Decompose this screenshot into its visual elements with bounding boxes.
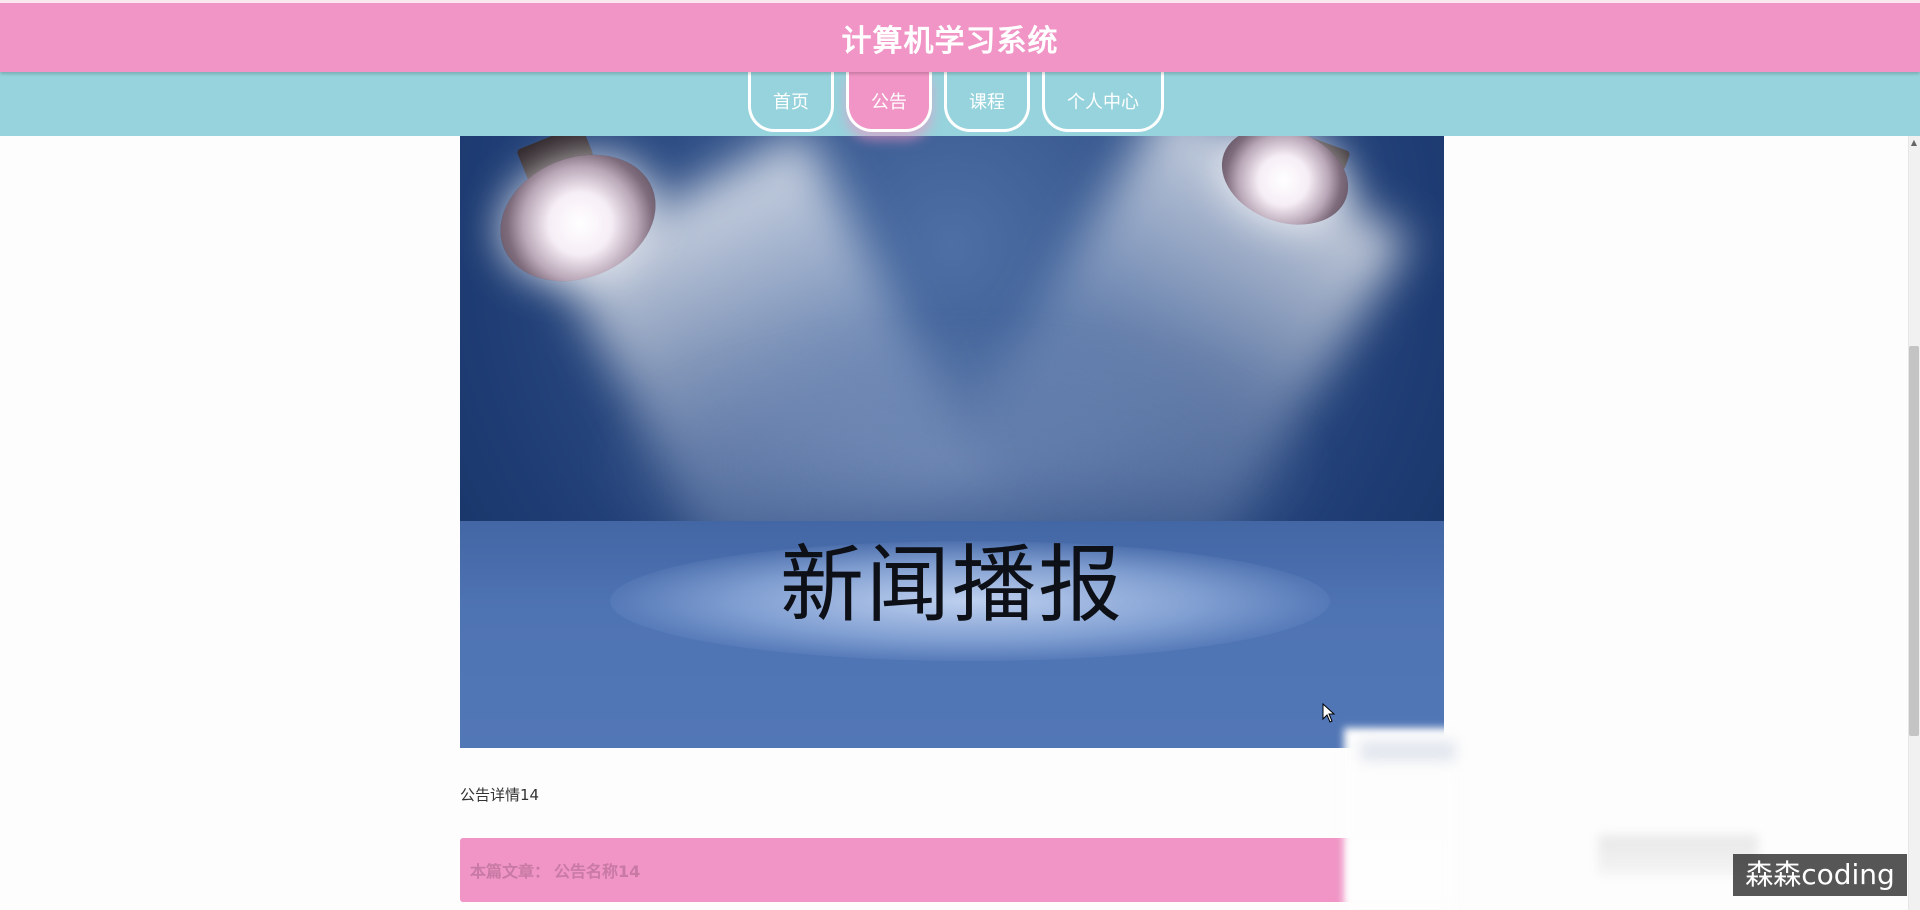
article-info-bar: 本篇文章： 公告名称14 [460,838,1444,902]
nav-bar: 首页 公告 课程 个人中心 [0,72,1920,136]
banner-title: 新闻播报 [779,536,1124,634]
page: 计算机学习系统 首页 公告 课程 个人中心 新闻播报 公告详情14 本篇文章： … [0,0,1920,910]
announcement-detail: 公告详情14 [460,786,540,804]
article-nav-button[interactable] [1346,838,1442,902]
nav-item-personal-center[interactable]: 个人中心 [1042,72,1164,132]
watermark: 森森coding [1733,854,1907,896]
nav-item-home[interactable]: 首页 [748,72,834,132]
nav-item-announcements[interactable]: 公告 [846,72,932,132]
scroll-up-arrow-icon[interactable]: ▲ [1910,138,1918,148]
header-bar: 计算机学习系统 [0,0,1920,72]
announcement-banner-image: 新闻播报 [460,136,1444,748]
scrollbar-thumb[interactable] [1909,346,1919,736]
main-nav: 首页 公告 课程 个人中心 [748,72,1164,136]
article-name: 公告名称14 [554,862,641,881]
nav-item-courses[interactable]: 课程 [944,72,1030,132]
blurred-element [1360,740,1456,762]
site-title: 计算机学习系统 [841,23,1059,59]
mouse-cursor-icon [1322,703,1336,723]
article-label: 本篇文章： [470,862,551,881]
